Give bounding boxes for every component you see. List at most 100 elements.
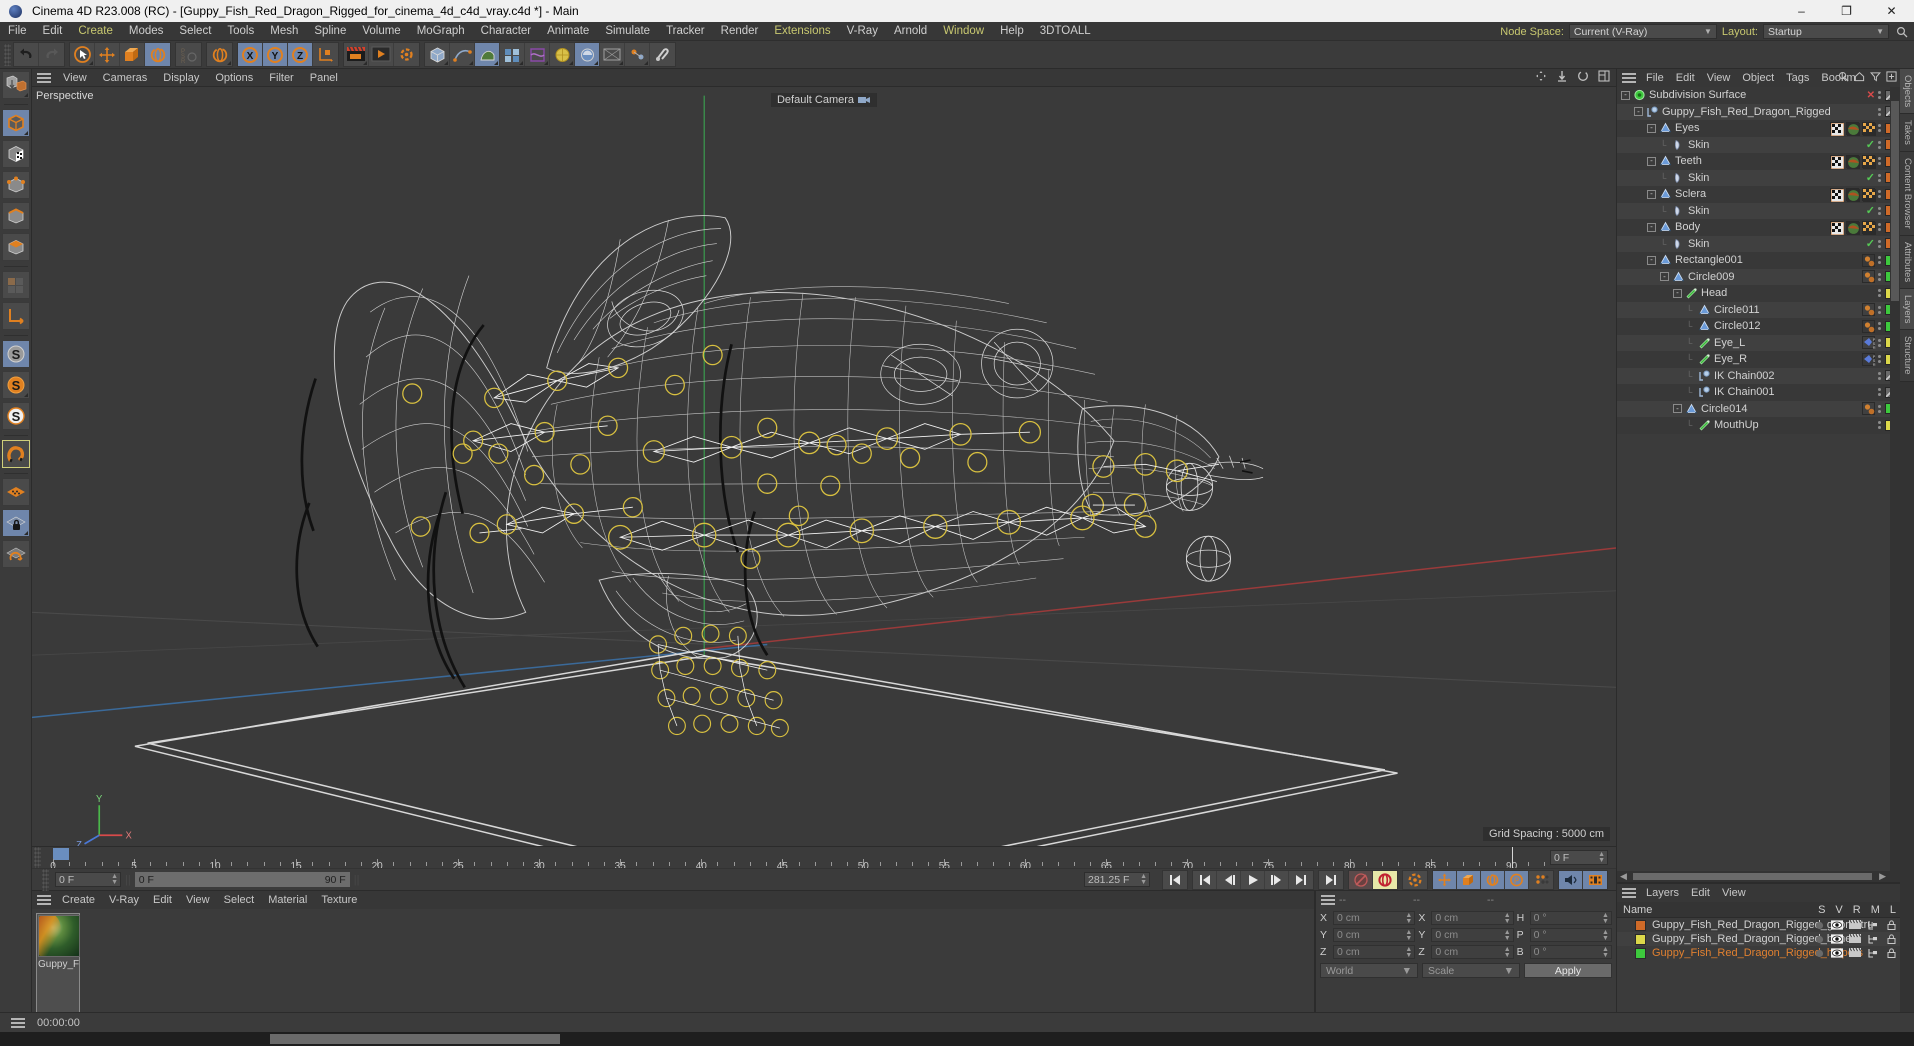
maximize-button[interactable]: ❐	[1824, 0, 1869, 22]
deformer-button[interactable]	[525, 43, 550, 66]
psr-lock-button[interactable]: PSR	[176, 43, 201, 66]
rotation-b-field[interactable]: 0 ° ▲ ▼	[1529, 945, 1612, 959]
object-add-icon[interactable]	[1886, 71, 1897, 85]
layer-swatch[interactable]	[1635, 919, 1646, 931]
lock-workplane-button[interactable]	[1, 509, 30, 537]
status-menu-icon[interactable]	[11, 1016, 27, 1030]
side-tab-structure[interactable]: Structure	[1900, 330, 1914, 383]
workplane-rotate-button[interactable]	[1, 540, 30, 568]
rotation-key-button[interactable]	[1481, 870, 1505, 889]
viewport-menu-view[interactable]: View	[55, 69, 95, 87]
sound-button[interactable]	[1559, 870, 1583, 889]
go-to-start-button[interactable]	[1163, 870, 1187, 889]
point-level-key-button[interactable]	[1529, 870, 1553, 889]
timeline-ruler[interactable]: 051015202530354045505560657075808590 0 F…	[32, 846, 1616, 872]
point-mode-button[interactable]	[1, 171, 30, 199]
object-tree-row[interactable]: - Circle014	[1617, 400, 1900, 417]
maximize-viewport-icon[interactable]	[1598, 70, 1610, 85]
object-tree[interactable]: - Subdivision Surface ✕ - Guppy_Fish_Red_Dra…	[1617, 87, 1900, 871]
fps-field[interactable]: 281.25 F ▲ ▼	[1084, 872, 1150, 887]
toolbar-grip[interactable]	[4, 43, 11, 66]
object-manager-menu-icon[interactable]	[1622, 71, 1638, 85]
menu-item-simulate[interactable]: Simulate	[597, 22, 658, 41]
object-menu-file[interactable]: File	[1640, 69, 1670, 87]
layer-visible-icon[interactable]	[1831, 920, 1843, 931]
model-mode-button[interactable]	[1, 109, 30, 137]
object-tree-row[interactable]: └ Circle011	[1617, 301, 1900, 318]
visibility-dots-icon[interactable]	[1878, 322, 1882, 331]
object-tree-row[interactable]: └ Skin ✓	[1617, 235, 1900, 252]
rotate-view-icon[interactable]	[1577, 70, 1589, 85]
preview-range-bar[interactable]: 0 F 90 F	[134, 872, 350, 887]
layer-row[interactable]: Guppy_Fish_Red_Dragon_Rigged_helpers	[1617, 946, 1900, 960]
visibility-dots-icon[interactable]	[1878, 371, 1882, 380]
material-menu-create[interactable]: Create	[55, 891, 102, 909]
object-filter-icon[interactable]	[1869, 71, 1882, 85]
object-menu-tags[interactable]: Tags	[1780, 69, 1815, 87]
side-tab-objects[interactable]: Objects	[1900, 69, 1914, 115]
material-list[interactable]: Guppy_F	[32, 909, 1314, 1013]
menu-item-vray[interactable]: V-Ray	[839, 22, 886, 41]
edge-mode-button[interactable]	[1, 202, 30, 230]
size-mode-dropdown[interactable]: Scale ▼	[1422, 963, 1520, 978]
menu-item-character[interactable]: Character	[473, 22, 540, 41]
render-settings-button[interactable]	[394, 43, 419, 66]
position-z-field[interactable]: 0 cm ▲ ▼	[1333, 945, 1416, 959]
previous-frame-button[interactable]	[1217, 870, 1241, 889]
visibility-dots-icon[interactable]	[1878, 91, 1882, 100]
next-frame-button[interactable]	[1265, 870, 1289, 889]
record-button[interactable]	[1349, 870, 1373, 889]
select-tool-button[interactable]	[70, 43, 95, 66]
tag-material-icon[interactable]	[1846, 187, 1860, 202]
tag-psr-icon[interactable]: PSR	[1862, 352, 1876, 367]
enabled-check-icon[interactable]: ✓	[1866, 171, 1875, 184]
apply-button[interactable]: Apply	[1524, 963, 1612, 978]
menu-item-spline[interactable]: Spline	[306, 22, 354, 41]
snap-settings-button[interactable]	[625, 43, 650, 66]
menu-item-file[interactable]: File	[0, 22, 35, 41]
visibility-dots-icon[interactable]	[1878, 157, 1882, 166]
rotation-h-field[interactable]: 0 ° ▲ ▼	[1529, 911, 1612, 925]
object-tree-row[interactable]: └ Circle012	[1617, 318, 1900, 335]
camera-light-button[interactable]	[575, 43, 600, 66]
dolly-view-icon[interactable]	[1556, 70, 1568, 85]
current-frame-field[interactable]: 0 F ▲ ▼	[55, 872, 121, 887]
timeline-current-marker[interactable]	[53, 847, 69, 860]
workplane-button[interactable]	[1, 478, 30, 506]
close-button[interactable]: ✕	[1869, 0, 1914, 22]
help-tool-button[interactable]	[650, 43, 675, 66]
layer-lock-icon[interactable]	[1885, 948, 1897, 959]
layer-lock-icon[interactable]	[1885, 920, 1897, 931]
texture-mode-button[interactable]	[1, 140, 30, 168]
axis-mode-button[interactable]	[1, 302, 30, 330]
side-tab-layers[interactable]: Layers	[1900, 288, 1914, 331]
layer-lock-icon[interactable]	[1885, 934, 1897, 945]
tree-expander-icon[interactable]: -	[1647, 189, 1656, 199]
layer-visible-icon[interactable]	[1831, 948, 1843, 959]
rotate-tool-button[interactable]	[145, 43, 170, 66]
object-menu-object[interactable]: Object	[1736, 69, 1780, 87]
layer-visible-icon[interactable]	[1831, 934, 1843, 945]
menu-item-tools[interactable]: Tools	[219, 22, 262, 41]
enabled-check-icon[interactable]: ✓	[1866, 138, 1875, 151]
menu-item-3dtoall[interactable]: 3DTOALL	[1032, 22, 1099, 41]
tag-uv-icon[interactable]	[1862, 220, 1876, 235]
visibility-dots-icon[interactable]	[1878, 421, 1882, 430]
material-menu-material[interactable]: Material	[261, 891, 314, 909]
tree-expander-icon[interactable]: -	[1673, 404, 1682, 414]
position-x-field[interactable]: 0 cm ▲ ▼	[1333, 911, 1416, 925]
visibility-dots-icon[interactable]	[1878, 223, 1882, 232]
redo-button[interactable]	[39, 43, 64, 66]
pan-view-icon[interactable]	[1535, 70, 1547, 85]
menu-item-select[interactable]: Select	[171, 22, 219, 41]
viewport-menu-filter[interactable]: Filter	[261, 69, 301, 87]
timeline-end-field[interactable]: 0 F ▲ ▼	[1550, 850, 1608, 865]
object-tree-row[interactable]: └ MouthUp	[1617, 417, 1900, 434]
render-view-button[interactable]	[344, 43, 369, 66]
menu-item-arnold[interactable]: Arnold	[886, 22, 935, 41]
tag-spheres-icon[interactable]	[1862, 270, 1875, 284]
size-x-field[interactable]: 0 cm ▲ ▼	[1431, 911, 1514, 925]
tag-spheres-icon[interactable]	[1862, 402, 1875, 416]
visibility-dots-icon[interactable]	[1878, 124, 1882, 133]
object-tree-row[interactable]: - Guppy_Fish_Red_Dragon_Rigged	[1617, 103, 1900, 120]
